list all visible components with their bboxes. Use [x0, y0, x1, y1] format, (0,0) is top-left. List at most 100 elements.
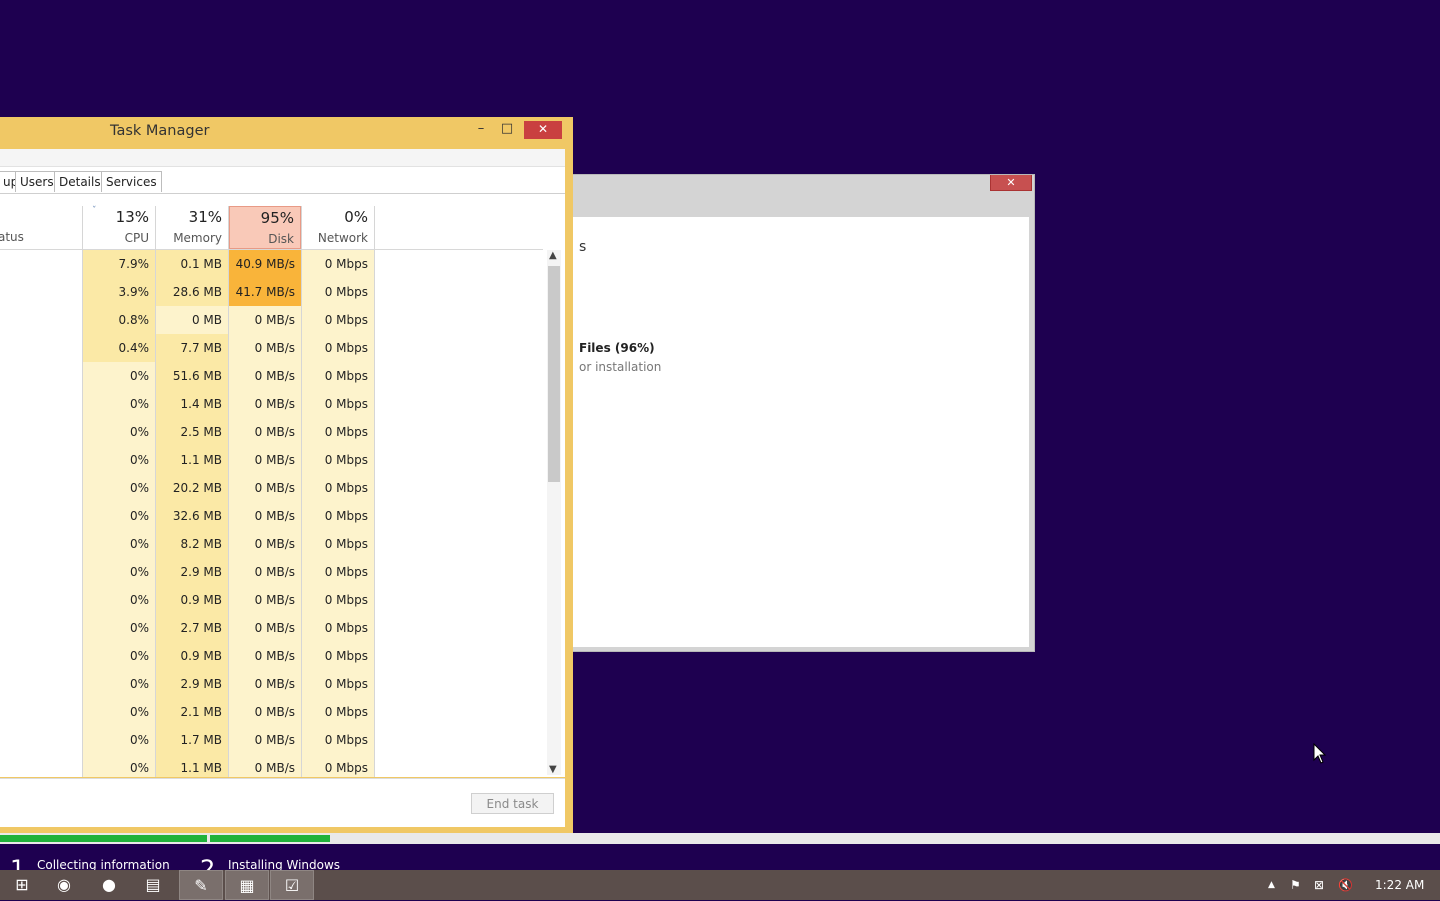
memory-cell: 7.7 MB — [156, 334, 228, 362]
table-row[interactable]: 0% 2.9 MB 0 MB/s 0 Mbps — [0, 670, 543, 698]
scroll-down-icon[interactable]: ▼ — [549, 764, 557, 775]
scroll-thumb[interactable] — [548, 266, 560, 482]
cpu-cell: 0% — [83, 362, 155, 390]
memory-cell: 28.6 MB — [156, 278, 228, 306]
disk-cell: 0 MB/s — [229, 502, 301, 530]
network-cell: 0 Mbps — [302, 530, 374, 558]
column-header-memory[interactable]: 31% Memory — [156, 206, 228, 249]
column-header-network[interactable]: 0% Network — [302, 206, 374, 249]
setup-content: s Files (96%) or installation — [567, 217, 1029, 647]
memory-cell: 0.9 MB — [156, 642, 228, 670]
table-row[interactable]: 0% 1.1 MB 0 MB/s 0 Mbps — [0, 754, 543, 777]
disk-cell: 0 MB/s — [229, 474, 301, 502]
setup-icon[interactable]: ✎ — [179, 870, 223, 900]
chrome-icon[interactable]: ◉ — [42, 870, 86, 900]
table-row[interactable]: 0% 32.6 MB 0 MB/s 0 Mbps — [0, 502, 543, 530]
minimize-button[interactable]: – — [472, 121, 490, 139]
cpu-cell: 0% — [83, 698, 155, 726]
end-task-button[interactable]: End task — [471, 793, 554, 814]
table-row[interactable]: 0.8% 0 MB 0 MB/s 0 Mbps — [0, 306, 543, 334]
table-row[interactable]: 0% 20.2 MB 0 MB/s 0 Mbps — [0, 474, 543, 502]
windows-start-icon[interactable]: ⊞ — [0, 870, 44, 900]
cpu-cell: 0% — [83, 726, 155, 754]
table-row[interactable]: 0% 2.7 MB 0 MB/s 0 Mbps — [0, 614, 543, 642]
table-row[interactable]: 3.9% 28.6 MB 41.7 MB/s 0 Mbps — [0, 278, 543, 306]
table-row[interactable]: 0% 1.1 MB 0 MB/s 0 Mbps — [0, 446, 543, 474]
close-button[interactable]: ✕ — [524, 121, 562, 139]
network-cell: 0 Mbps — [302, 390, 374, 418]
disk-cell: 0 MB/s — [229, 446, 301, 474]
network-cell: 0 Mbps — [302, 362, 374, 390]
table-row[interactable]: 7.9% 0.1 MB 40.9 MB/s 0 Mbps — [0, 250, 543, 278]
memory-cell: 2.1 MB — [156, 698, 228, 726]
maximize-button[interactable]: □ — [498, 121, 516, 139]
network-cell: 0 Mbps — [302, 418, 374, 446]
table-row[interactable]: 0% 2.5 MB 0 MB/s 0 Mbps — [0, 418, 543, 446]
volume-muted-icon[interactable]: 🔇 — [1338, 870, 1353, 900]
flag-icon[interactable]: ⚑ — [1290, 870, 1301, 900]
setup-close-button[interactable]: ✕ — [990, 175, 1032, 191]
disk-cell: 0 MB/s — [229, 334, 301, 362]
step1-progress-bar — [0, 835, 207, 842]
vertical-scrollbar[interactable]: ▲ ▼ — [547, 250, 561, 775]
memory-percent: 31% — [188, 208, 222, 226]
table-row[interactable]: 0% 1.7 MB 0 MB/s 0 Mbps — [0, 726, 543, 754]
memory-cell: 2.9 MB — [156, 670, 228, 698]
file-explorer-icon[interactable]: ▤ — [131, 870, 175, 900]
disk-cell: 0 MB/s — [229, 558, 301, 586]
network-percent: 0% — [344, 208, 368, 226]
cpu-cell: 0% — [83, 530, 155, 558]
memory-cell: 8.2 MB — [156, 530, 228, 558]
table-row[interactable]: 0% 2.9 MB 0 MB/s 0 Mbps — [0, 558, 543, 586]
tab-bar: up Users Details Services — [0, 167, 565, 194]
table-row[interactable]: 0% 0.9 MB 0 MB/s 0 Mbps — [0, 586, 543, 614]
memory-cell: 1.7 MB — [156, 726, 228, 754]
network-cell: 0 Mbps — [302, 334, 374, 362]
memory-cell: 2.7 MB — [156, 614, 228, 642]
memory-cell: 1.1 MB — [156, 754, 228, 777]
table-row[interactable]: 0% 0.9 MB 0 MB/s 0 Mbps — [0, 642, 543, 670]
disk-label: Disk — [268, 232, 294, 246]
show-hidden-icons[interactable]: ▲ — [1268, 870, 1275, 900]
cpu-cell: 7.9% — [83, 250, 155, 278]
tab-services[interactable]: Services — [101, 171, 162, 192]
taskbar: ⊞ ◉ ● ▤ ✎ ▦ ☑ ▲ ⚑ ⊠ 🔇 1:22 AM — [0, 870, 1440, 900]
memory-label: Memory — [173, 231, 222, 245]
process-table: ˇ atus 13% CPU 31% Memory 95% Disk 0% Ne… — [0, 194, 565, 777]
footer-bar: End task — [0, 778, 565, 827]
table-row[interactable]: 0% 8.2 MB 0 MB/s 0 Mbps — [0, 530, 543, 558]
cpu-label: CPU — [124, 231, 149, 245]
checklist-icon[interactable]: ☑ — [270, 870, 314, 900]
task-manager-icon[interactable]: ▦ — [225, 870, 269, 900]
setup-progress-strip — [0, 833, 1440, 844]
table-row[interactable]: 0% 2.1 MB 0 MB/s 0 Mbps — [0, 698, 543, 726]
disk-cell: 40.9 MB/s — [229, 250, 301, 278]
table-row[interactable]: 0.4% 7.7 MB 0 MB/s 0 Mbps — [0, 334, 543, 362]
column-header-status[interactable]: atus — [0, 230, 24, 244]
scroll-up-icon[interactable]: ▲ — [549, 250, 557, 261]
disk-cell: 0 MB/s — [229, 754, 301, 777]
cpu-cell: 0.8% — [83, 306, 155, 334]
table-row[interactable]: 0% 51.6 MB 0 MB/s 0 Mbps — [0, 362, 543, 390]
setup-status-line: Files (96%) — [579, 341, 655, 355]
tab-users[interactable]: Users — [15, 171, 59, 192]
memory-cell: 2.5 MB — [156, 418, 228, 446]
firefox-icon[interactable]: ● — [87, 870, 131, 900]
window-title: Task Manager — [110, 123, 210, 139]
network-cell: 0 Mbps — [302, 502, 374, 530]
memory-cell: 0 MB — [156, 306, 228, 334]
column-header-cpu[interactable]: 13% CPU — [83, 206, 155, 249]
clock[interactable]: 1:22 AM — [1375, 870, 1424, 900]
disk-cell: 0 MB/s — [229, 362, 301, 390]
cpu-cell: 0% — [83, 642, 155, 670]
disk-cell: 0 MB/s — [229, 586, 301, 614]
network-cell: 0 Mbps — [302, 446, 374, 474]
disk-cell: 0 MB/s — [229, 614, 301, 642]
disk-cell: 0 MB/s — [229, 390, 301, 418]
table-row[interactable]: 0% 1.4 MB 0 MB/s 0 Mbps — [0, 390, 543, 418]
network-icon[interactable]: ⊠ — [1314, 870, 1324, 900]
network-cell: 0 Mbps — [302, 670, 374, 698]
tab-details[interactable]: Details — [54, 171, 106, 192]
cpu-cell: 0% — [83, 418, 155, 446]
column-header-disk[interactable]: 95% Disk — [229, 206, 301, 249]
